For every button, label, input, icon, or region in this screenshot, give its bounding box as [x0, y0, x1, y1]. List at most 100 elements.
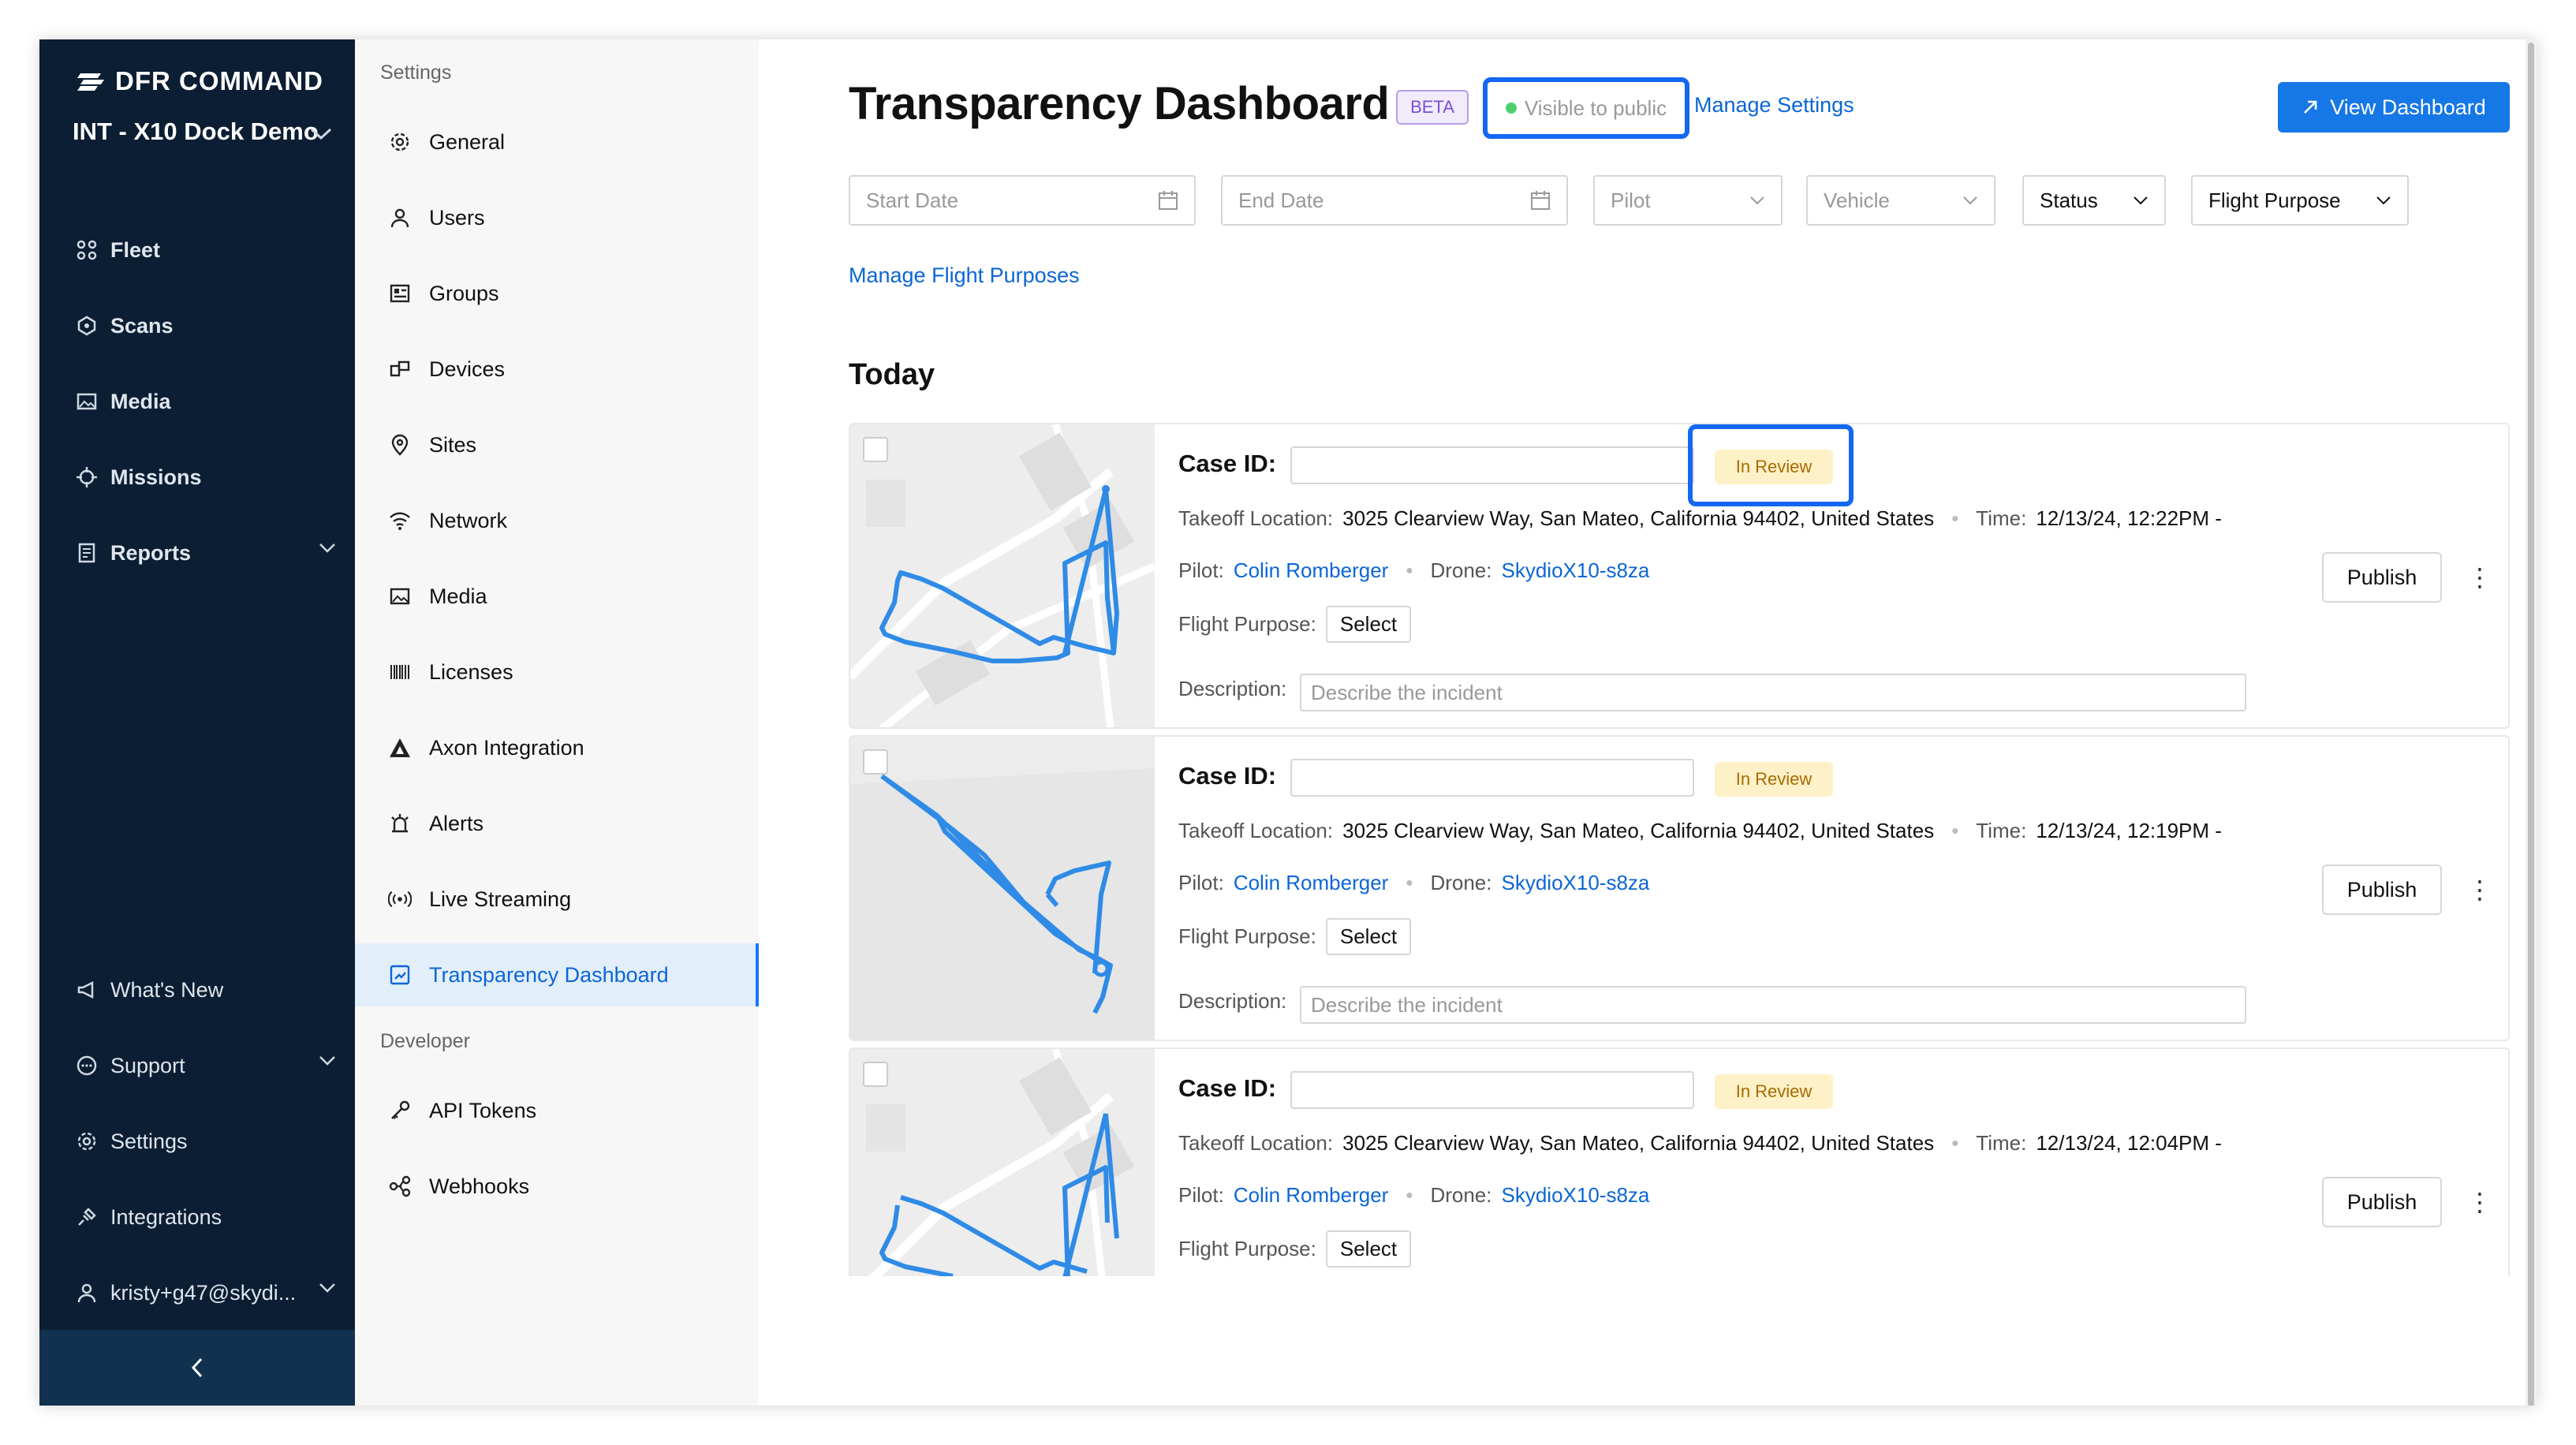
media-icon	[77, 393, 97, 410]
settings-item-media[interactable]: Media	[355, 565, 759, 628]
settings-item-network[interactable]: Network	[355, 489, 759, 552]
flight-purpose-select[interactable]: Select	[1325, 606, 1412, 643]
nav-item-support[interactable]: Support	[76, 1046, 336, 1085]
broadcast-icon	[388, 891, 412, 908]
settings-item-api-tokens[interactable]: API Tokens	[355, 1079, 759, 1142]
view-dashboard-button[interactable]: View Dashboard	[2278, 82, 2510, 133]
flight-purpose-select[interactable]: Select	[1325, 1230, 1412, 1268]
nav-item-fleet[interactable]: Fleet	[76, 230, 336, 270]
nav-label: What's New	[110, 977, 224, 1002]
axon-logo-icon	[390, 738, 410, 757]
separator-dot: •	[1406, 1183, 1413, 1207]
settings-item-licenses[interactable]: Licenses	[355, 640, 759, 704]
pilot-row: Pilot: Colin Romberger • Drone: SkydioX1…	[1178, 1183, 1649, 1208]
takeoff-location: 3025 Clearview Way, San Mateo, Californi…	[1342, 1131, 1935, 1155]
select-checkbox[interactable]	[863, 749, 888, 775]
pilot-link[interactable]: Colin Romberger	[1234, 1183, 1389, 1208]
collapse-nav-button[interactable]	[39, 1330, 355, 1406]
manage-settings-link[interactable]: Manage Settings	[1694, 93, 1854, 118]
flight-path-map[interactable]	[850, 424, 1155, 727]
missions-icon	[77, 467, 97, 487]
wifi-icon	[390, 512, 410, 530]
scrollbar-thumb[interactable]	[2528, 43, 2534, 1406]
case-id-input[interactable]	[1290, 446, 1694, 484]
chevron-left-icon	[191, 1357, 203, 1378]
nav-item-missions[interactable]: Missions	[76, 457, 336, 497]
settings-item-label: Transparency Dashboard	[429, 962, 669, 987]
settings-item-label: Media	[429, 584, 487, 608]
description-input[interactable]: Describe the incident	[1300, 674, 2246, 711]
more-options-icon[interactable]: ⋮	[2467, 562, 2492, 593]
settings-item-axon-integration[interactable]: Axon Integration	[355, 716, 759, 779]
drone-label: Drone:	[1430, 558, 1492, 582]
case-id-input[interactable]	[1290, 1071, 1694, 1109]
description-row: Description:	[1178, 989, 1286, 1014]
org-switcher[interactable]: INT - X10 Dock Demo	[73, 118, 333, 145]
vertical-scrollbar[interactable]	[2526, 39, 2537, 1406]
nav-item-whats-new[interactable]: What's New	[76, 970, 336, 1010]
visibility-status[interactable]: Visible to public	[1483, 77, 1689, 139]
chevron-down-icon	[2134, 196, 2148, 205]
nav-label: Media	[110, 389, 171, 413]
settings-item-devices[interactable]: Devices	[355, 338, 759, 401]
settings-item-groups[interactable]: Groups	[355, 262, 759, 325]
publish-button[interactable]: Publish	[2322, 552, 2442, 603]
nav-item-integrations[interactable]: Integrations	[76, 1197, 336, 1237]
nav-item-reports[interactable]: Reports	[76, 533, 336, 573]
chevron-down-icon	[319, 1056, 335, 1066]
drone-link[interactable]: SkydioX10-s8za	[1502, 1183, 1650, 1208]
more-options-icon[interactable]: ⋮	[2467, 874, 2492, 905]
chevron-down-icon	[319, 1283, 335, 1293]
users-icon	[390, 208, 409, 228]
publish-button[interactable]: Publish	[2322, 864, 2442, 915]
flight-path-map[interactable]	[850, 737, 1155, 1040]
publish-button[interactable]: Publish	[2322, 1177, 2442, 1227]
skydio-logo-icon	[77, 73, 104, 91]
case-id-label: Case ID:	[1178, 762, 1277, 790]
nav-item-account[interactable]: kristy+g47@skydi...	[76, 1273, 336, 1312]
status-filter[interactable]: Status	[2022, 175, 2166, 226]
more-options-icon[interactable]: ⋮	[2467, 1186, 2492, 1218]
takeoff-label: Takeoff Location:	[1178, 1131, 1334, 1155]
pilot-link[interactable]: Colin Romberger	[1234, 558, 1389, 583]
start-date-filter[interactable]: Start Date	[849, 175, 1196, 226]
flight-path-map[interactable]	[850, 1049, 1155, 1276]
status-badge: In Review	[1715, 1074, 1833, 1109]
flight-purpose-filter[interactable]: Flight Purpose	[2191, 175, 2409, 226]
app-window: DFR COMMAND INT - X10 Dock Demo Fleet Sc…	[39, 39, 2537, 1406]
case-id-input[interactable]	[1290, 759, 1694, 797]
nav-item-media[interactable]: Media	[76, 382, 336, 421]
primary-nav: DFR COMMAND INT - X10 Dock Demo Fleet Sc…	[39, 39, 355, 1406]
settings-item-transparency-dashboard[interactable]: Transparency Dashboard	[355, 943, 759, 1006]
settings-item-general[interactable]: General	[355, 110, 759, 174]
manage-flight-purposes-link[interactable]: Manage Flight Purposes	[849, 263, 1080, 288]
flight-purpose-select[interactable]: Select	[1325, 918, 1412, 955]
flight-purpose-label: Flight Purpose:	[1178, 1237, 1316, 1260]
separator-dot: •	[1406, 558, 1413, 582]
vehicle-filter[interactable]: Vehicle	[1806, 175, 1995, 226]
nav-item-settings[interactable]: Settings	[76, 1122, 336, 1161]
settings-item-webhooks[interactable]: Webhooks	[355, 1155, 759, 1218]
settings-item-alerts[interactable]: Alerts	[355, 792, 759, 855]
drone-link[interactable]: SkydioX10-s8za	[1502, 558, 1650, 583]
nav-label: kristy+g47@skydi...	[110, 1280, 297, 1305]
select-checkbox[interactable]	[863, 437, 888, 462]
gear-icon	[77, 1132, 96, 1151]
drone-link[interactable]: SkydioX10-s8za	[1502, 871, 1650, 895]
pilot-link[interactable]: Colin Romberger	[1234, 871, 1389, 895]
vehicle-placeholder: Vehicle	[1824, 188, 1890, 212]
alarm-icon	[391, 814, 409, 833]
select-checkbox[interactable]	[863, 1062, 888, 1087]
reports-icon	[78, 543, 95, 563]
nav-item-scans[interactable]: Scans	[76, 306, 336, 345]
brand-logo[interactable]: DFR COMMAND	[77, 66, 323, 96]
settings-item-label: Alerts	[429, 811, 484, 835]
end-date-filter[interactable]: End Date	[1221, 175, 1568, 226]
settings-item-live-streaming[interactable]: Live Streaming	[355, 868, 759, 931]
status-badge: In Review	[1715, 762, 1833, 797]
settings-item-sites[interactable]: Sites	[355, 413, 759, 476]
pilot-filter[interactable]: Pilot	[1593, 175, 1783, 226]
description-input[interactable]: Describe the incident	[1300, 986, 2246, 1024]
chevron-down-icon	[319, 543, 335, 553]
settings-item-users[interactable]: Users	[355, 186, 759, 249]
